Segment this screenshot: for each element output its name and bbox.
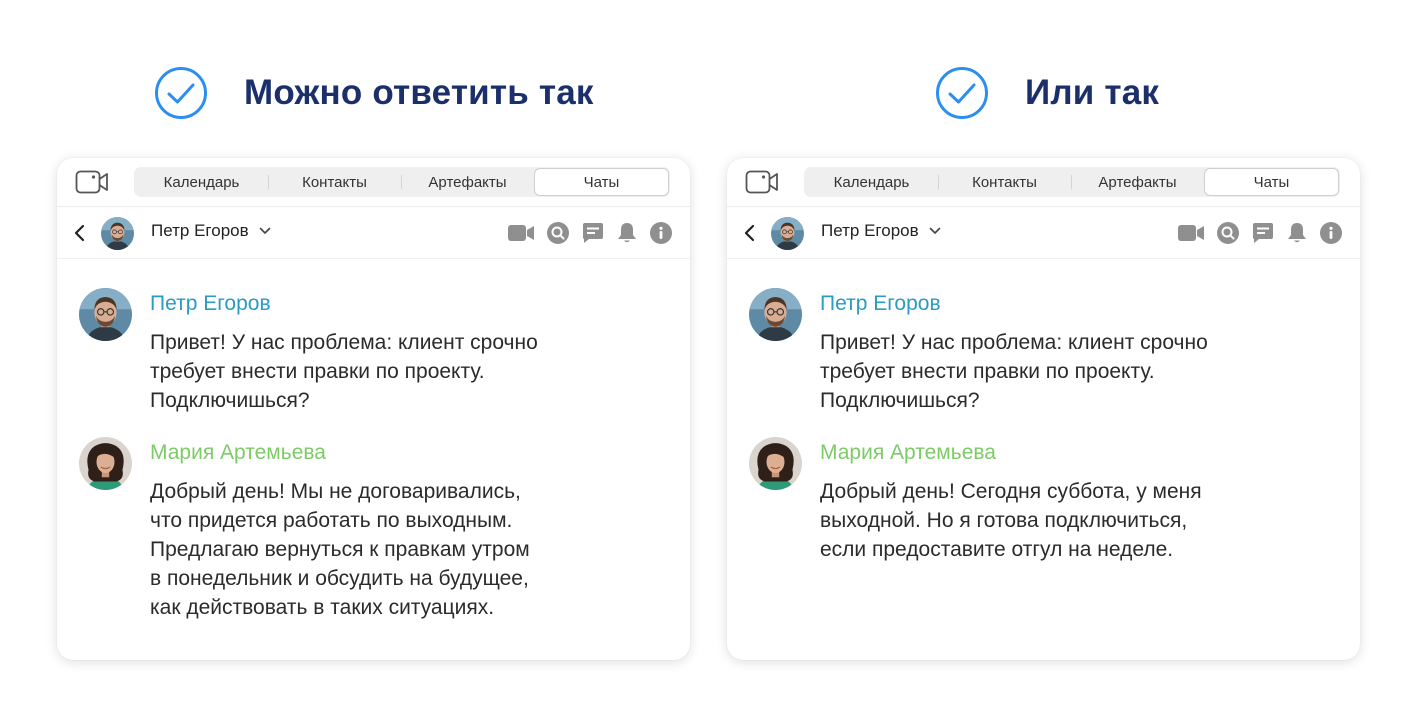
avatar[interactable]	[79, 288, 132, 341]
avatar[interactable]	[749, 288, 802, 341]
chat-window-left: Календарь Контакты Артефакты Чаты Петр Е…	[57, 158, 690, 660]
headline-title: Можно ответить так	[244, 73, 594, 112]
top-bar: Календарь Контакты Артефакты Чаты	[57, 158, 690, 207]
avatar[interactable]	[79, 437, 132, 490]
bell-icon[interactable]	[617, 222, 637, 244]
top-bar: Календарь Контакты Артефакты Чаты	[727, 158, 1360, 207]
chat-title-dropdown[interactable]: Петр Егоров	[821, 221, 941, 241]
check-circle-icon	[155, 67, 207, 119]
video-icon[interactable]	[1178, 224, 1204, 242]
chat-title-dropdown[interactable]: Петр Егоров	[151, 221, 271, 241]
info-icon[interactable]	[650, 222, 672, 244]
avatar[interactable]	[749, 437, 802, 490]
headline-left: Можно ответить так	[154, 66, 594, 120]
message-sender: Мария Артемьева	[150, 441, 326, 464]
chat-title: Петр Егоров	[821, 221, 919, 240]
chat-icon[interactable]	[582, 222, 604, 244]
tab-bar: Календарь Контакты Артефакты Чаты	[804, 167, 1340, 197]
message-text: Добрый день! Сегодня суббота, у меня вых…	[820, 480, 1202, 561]
headline-right: Или так	[935, 66, 1159, 120]
message-sender: Петр Егоров	[820, 292, 941, 315]
tab-chats[interactable]: Чаты	[1204, 168, 1339, 196]
message-text: Привет! У нас проблема: клиент срочно тр…	[150, 331, 538, 412]
bell-icon[interactable]	[1287, 222, 1307, 244]
chat-title: Петр Егоров	[151, 221, 249, 240]
video-call-icon[interactable]	[75, 170, 109, 194]
tab-chats[interactable]: Чаты	[534, 168, 669, 196]
back-icon[interactable]	[73, 224, 87, 242]
avatar[interactable]	[771, 217, 804, 250]
info-icon[interactable]	[1320, 222, 1342, 244]
headline-title: Или так	[1025, 73, 1160, 112]
tab-calendar[interactable]: Календарь	[805, 168, 938, 196]
tab-calendar[interactable]: Календарь	[135, 168, 268, 196]
chat-actions	[508, 222, 672, 244]
tab-contacts[interactable]: Контакты	[268, 168, 401, 196]
chat-header: Петр Егоров	[57, 206, 690, 259]
search-icon[interactable]	[547, 222, 569, 244]
avatar[interactable]	[101, 217, 134, 250]
video-call-icon[interactable]	[745, 170, 779, 194]
tab-contacts[interactable]: Контакты	[938, 168, 1071, 196]
message-sender: Петр Егоров	[150, 292, 271, 315]
message-text: Добрый день! Мы не договаривались, что п…	[150, 480, 530, 619]
chevron-down-icon	[929, 227, 940, 234]
chat-icon[interactable]	[1252, 222, 1274, 244]
check-circle-icon	[936, 67, 988, 119]
video-icon[interactable]	[508, 224, 534, 242]
chat-header: Петр Егоров	[727, 206, 1360, 259]
tab-bar: Календарь Контакты Артефакты Чаты	[134, 167, 670, 197]
chevron-down-icon	[259, 227, 270, 234]
back-icon[interactable]	[743, 224, 757, 242]
tab-artifacts[interactable]: Артефакты	[401, 168, 534, 196]
chat-actions	[1178, 222, 1342, 244]
tab-artifacts[interactable]: Артефакты	[1071, 168, 1204, 196]
message-text: Привет! У нас проблема: клиент срочно тр…	[820, 331, 1208, 412]
chat-window-right: Календарь Контакты Артефакты Чаты Петр Е…	[727, 158, 1360, 660]
message-sender: Мария Артемьева	[820, 441, 996, 464]
search-icon[interactable]	[1217, 222, 1239, 244]
